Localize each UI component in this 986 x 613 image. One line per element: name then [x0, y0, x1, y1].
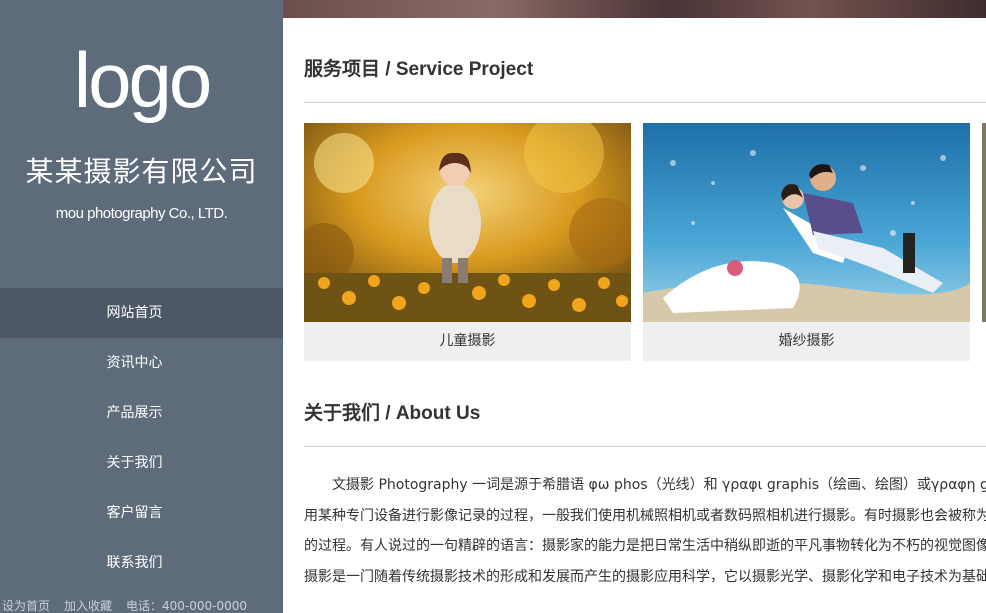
service-card-children[interactable]: 儿童摄影 — [304, 123, 631, 361]
site-logo[interactable]: logo — [0, 30, 283, 130]
sidebar-footer: 设为首页 加入收藏 电话：400-000-0000 — [2, 597, 283, 613]
about-title: 关于我们 / About Us — [304, 403, 481, 424]
services-divider — [304, 102, 986, 103]
about-line-4: 摄影是一门随着传统摄影技术的形成和发展而产生的摄影应用科学，它以摄影光学、摄影化… — [304, 568, 986, 585]
set-home-link[interactable]: 设为首页 — [2, 599, 50, 613]
main-content: 服务项目 / Service Project 儿童摄影 婚纱摄影 关于我们 / … — [283, 0, 986, 613]
service-card-wedding[interactable]: 婚纱摄影 — [643, 123, 970, 361]
nav-item-products[interactable]: 产品展示 — [0, 388, 283, 438]
about-text: 文摄影 Photography 一词是源于希腊语 φω phos（光线）和 γρ… — [304, 470, 986, 592]
service-caption-wedding[interactable]: 婚纱摄影 — [643, 322, 970, 361]
banner-image — [283, 0, 986, 18]
phone-number: 电话：400-000-0000 — [126, 599, 248, 613]
services-title: 服务项目 / Service Project — [304, 59, 534, 80]
add-favorite-link[interactable]: 加入收藏 — [64, 599, 112, 613]
nav-item-about[interactable]: 关于我们 — [0, 438, 283, 488]
nav-item-messages[interactable]: 客户留言 — [0, 488, 283, 538]
about-line-2: 用某种专门设备进行影像记录的过程，一般我们使用机械照相机或者数码照相机进行摄影。… — [304, 507, 986, 524]
company-name-en: mou photography Co., LTD. — [55, 205, 228, 222]
service-caption-children[interactable]: 儿童摄影 — [304, 322, 631, 361]
nav-item-home[interactable]: 网站首页 — [0, 288, 283, 338]
company-name-cn: 某某摄影有限公司 — [25, 155, 258, 188]
main-nav: 网站首页 资讯中心 产品展示 关于我们 客户留言 联系我们 — [0, 288, 283, 588]
nav-item-contact[interactable]: 联系我们 — [0, 538, 283, 588]
about-line-1: 文摄影 Photography 一词是源于希腊语 φω phos（光线）和 γρ… — [332, 477, 986, 493]
children-photo[interactable] — [304, 123, 631, 322]
service-card-partial[interactable] — [982, 123, 986, 322]
about-divider — [304, 446, 986, 447]
about-line-3: 的过程。有人说过的一句精辟的语言：摄影家的能力是把日常生活中稍纵即逝的平凡事物转… — [304, 538, 986, 554]
nav-item-news[interactable]: 资讯中心 — [0, 338, 283, 388]
wedding-photo[interactable] — [643, 123, 970, 322]
sidebar: logo 某某摄影有限公司 mou photography Co., LTD. … — [0, 0, 283, 613]
